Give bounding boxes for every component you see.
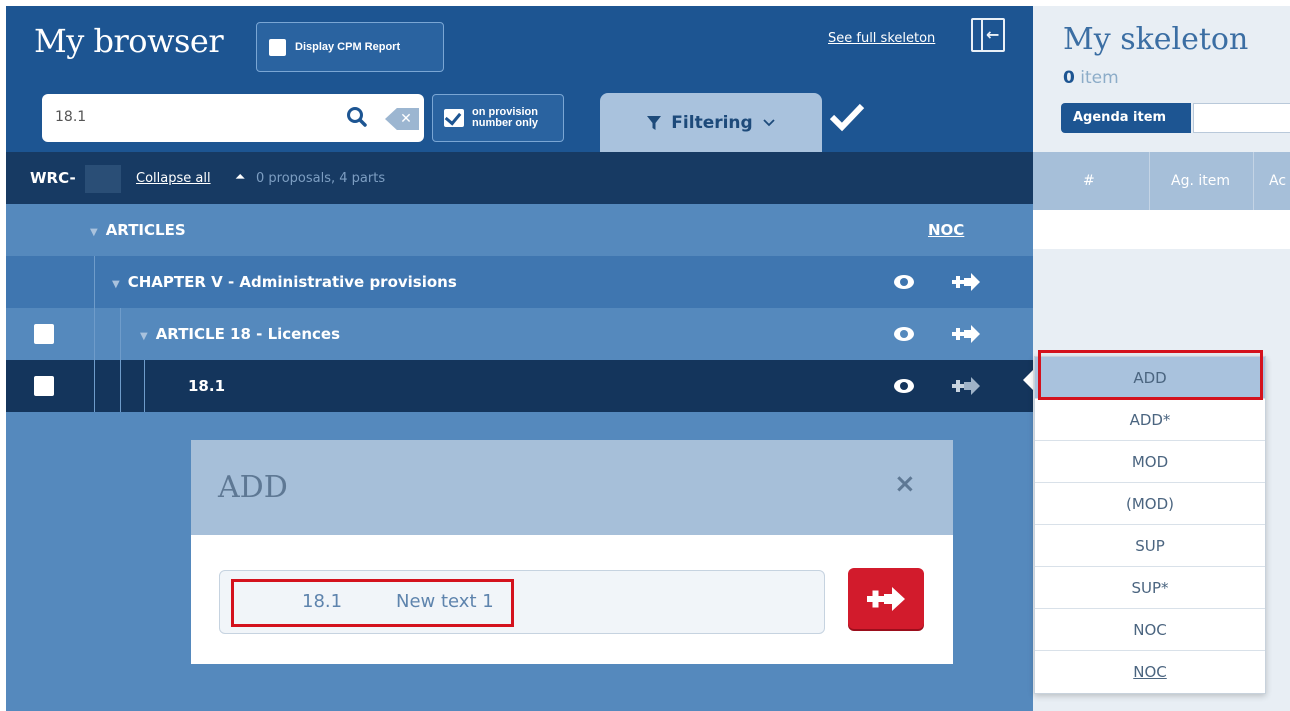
close-icon[interactable]: × <box>894 469 916 499</box>
articles-text: ARTICLES <box>105 221 186 239</box>
menu-item-mod-paren[interactable]: (MOD) <box>1035 483 1265 525</box>
chevron-down-icon <box>763 118 775 126</box>
column-divider <box>1253 152 1254 210</box>
skeleton-panel-icon[interactable]: ← <box>971 18 1005 52</box>
page-title: My browser <box>34 22 224 60</box>
check-icon[interactable] <box>829 102 865 132</box>
caret-down-icon[interactable]: ▼ <box>90 227 98 238</box>
item-count-number: 0 <box>1063 68 1075 88</box>
dialog-header: ADD × <box>191 440 953 535</box>
collapse-all-link[interactable]: Collapse all <box>136 171 211 186</box>
menu-item-sup[interactable]: SUP <box>1035 525 1265 567</box>
menu-item-sup-star[interactable]: SUP* <box>1035 567 1265 609</box>
eye-icon[interactable] <box>893 324 915 344</box>
skeleton-title: My skeleton <box>1063 22 1249 57</box>
noc-link-text[interactable]: NOC <box>1133 663 1167 681</box>
menu-item-noc-link[interactable]: NOC <box>1035 651 1265 693</box>
provision-label-line2: number only <box>472 117 539 129</box>
column-divider <box>1149 152 1150 210</box>
entry-text: New text 1 <box>396 591 494 612</box>
skeleton-table-header: # Ag. item Ac <box>1033 152 1290 210</box>
clear-icon[interactable]: ✕ <box>385 108 419 130</box>
provision-checkbox[interactable] <box>34 376 54 396</box>
add-arrow-icon[interactable] <box>949 271 983 293</box>
caret-down-icon[interactable]: ▼ <box>140 331 148 342</box>
agenda-item-input[interactable] <box>1193 103 1290 133</box>
menu-item-noc[interactable]: NOC <box>1035 609 1265 651</box>
provision-toggle-label: on provision number only <box>472 107 538 129</box>
wrc-number-placeholder <box>85 165 121 193</box>
tree-indent-line <box>144 360 145 412</box>
add-arrow-icon[interactable] <box>949 323 983 345</box>
eye-icon[interactable] <box>893 376 915 396</box>
cpm-checkbox[interactable] <box>269 38 286 56</box>
agenda-item-label: Agenda item <box>1061 103 1191 133</box>
item-count-unit: item <box>1080 68 1119 88</box>
search-icon[interactable] <box>344 104 370 130</box>
provision-number-only-toggle[interactable]: on provision number only <box>432 94 564 142</box>
entry-number: 18.1 <box>302 591 343 612</box>
add-arrow-icon <box>867 587 905 611</box>
tree-label-provision: 18.1 <box>188 377 226 395</box>
tree-label-articles: ▼ ARTICLES <box>90 221 186 239</box>
add-button[interactable] <box>848 568 924 629</box>
skeleton-header: My skeleton 0 item Agenda item <box>1033 6 1290 152</box>
search-value[interactable]: 18.1 <box>55 109 86 125</box>
menu-item-add[interactable]: ADD <box>1035 357 1265 399</box>
add-arrow-icon[interactable] <box>949 375 983 397</box>
add-dialog: ADD × 18.1 New text 1 <box>191 440 953 664</box>
tree-row-article[interactable]: ▼ ARTICLE 18 - Licences <box>6 308 1033 360</box>
column-header-ac[interactable]: Ac <box>1269 173 1286 189</box>
article-checkbox[interactable] <box>34 324 54 344</box>
column-header-agenda-item[interactable]: Ag. item <box>1171 173 1230 189</box>
menu-item-mod[interactable]: MOD <box>1035 441 1265 483</box>
noc-link[interactable]: NOC <box>928 221 964 239</box>
column-header-number[interactable]: # <box>1083 173 1095 189</box>
tree-indent-line <box>120 308 121 360</box>
tree-label-chapter: ▼ CHAPTER V - Administrative provisions <box>112 273 457 291</box>
tree-indent-line <box>94 308 95 360</box>
collapse-up-icon[interactable]: ⏶ <box>235 170 245 185</box>
filtering-tab[interactable]: Filtering <box>600 93 822 152</box>
tree-indent-line <box>94 256 95 308</box>
menu-item-add-star[interactable]: ADD* <box>1035 399 1265 441</box>
action-menu: ADD ADD* MOD (MOD) SUP SUP* NOC NOC <box>1034 356 1266 694</box>
new-entry-field[interactable]: 18.1 New text 1 <box>219 570 825 634</box>
item-count: 0 item <box>1063 68 1119 88</box>
filtering-label: Filtering <box>671 112 753 133</box>
browser-header: My browser Display CPM Report See full s… <box>6 6 1033 152</box>
status-summary: 0 proposals, 4 parts <box>256 171 386 186</box>
display-cpm-report-toggle[interactable]: Display CPM Report <box>256 22 444 72</box>
article-text: ARTICLE 18 - Licences <box>155 325 341 343</box>
tree-row-provision[interactable]: 18.1 <box>6 360 1033 412</box>
tree-indent-line <box>94 360 95 412</box>
provision-checkbox[interactable] <box>444 109 464 127</box>
chapter-text: CHAPTER V - Administrative provisions <box>127 273 457 291</box>
search-input[interactable]: 18.1 ✕ <box>42 94 424 142</box>
filter-icon <box>647 115 662 130</box>
caret-down-icon[interactable]: ▼ <box>112 279 120 290</box>
status-bar: WRC- Collapse all ⏶ 0 proposals, 4 parts <box>6 152 1033 204</box>
dialog-title: ADD <box>218 470 288 505</box>
tree-indent-line <box>120 360 121 412</box>
tree-row-articles[interactable]: ▼ ARTICLES NOC <box>6 204 1033 256</box>
eye-icon[interactable] <box>893 272 915 292</box>
menu-pointer <box>1023 370 1033 390</box>
wrc-label: WRC- <box>30 169 76 187</box>
see-full-skeleton-link[interactable]: See full skeleton <box>828 31 935 46</box>
tree-label-article: ▼ ARTICLE 18 - Licences <box>140 325 340 343</box>
cpm-report-label: Display CPM Report <box>295 41 401 53</box>
tree-row-chapter[interactable]: ▼ CHAPTER V - Administrative provisions <box>6 256 1033 308</box>
